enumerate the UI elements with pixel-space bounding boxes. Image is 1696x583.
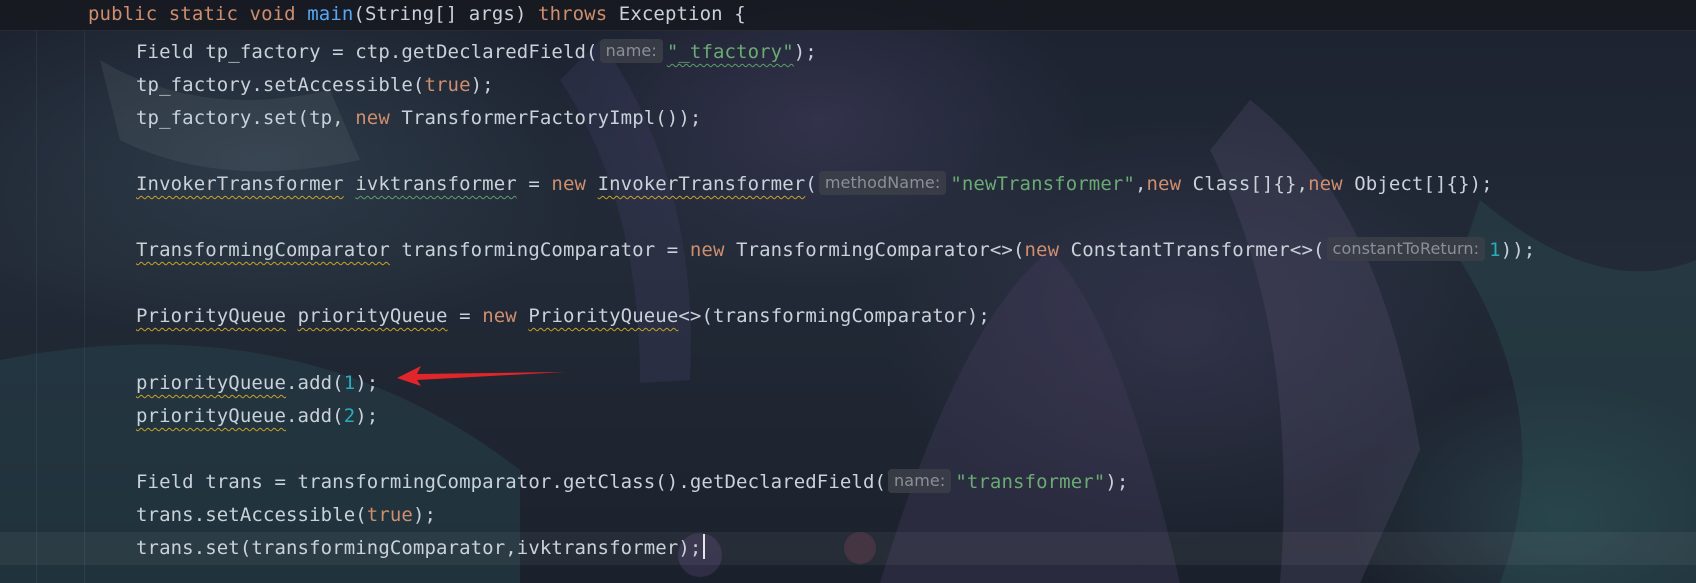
code-text: = <box>447 305 483 327</box>
code-text: tp_factory.set(tp, <box>136 107 356 129</box>
type-name: PriorityQueue <box>528 305 679 327</box>
keyword: throws <box>538 3 608 25</box>
code-text: tp_factory.setAccessible( <box>136 74 425 96</box>
keyword: new <box>355 107 390 129</box>
code-text: .add( <box>286 372 344 394</box>
code-text: ); <box>1105 471 1129 493</box>
code-line[interactable]: TransformingComparator transformingCompa… <box>136 234 1535 267</box>
code-text: Field trans = transformingComparator.get… <box>136 471 887 493</box>
string-literal: "_tfactory" <box>666 41 794 63</box>
code-text: .add( <box>286 405 344 427</box>
code-line[interactable]: Field trans = transformingComparator.get… <box>136 466 1128 499</box>
variable-name: priorityQueue <box>136 372 287 394</box>
code-text: ); <box>412 504 437 526</box>
code-text: Exception { <box>607 3 746 25</box>
type-name: TransformingComparator <box>136 239 390 261</box>
variable-name: priorityQueue <box>297 305 448 327</box>
code-text: transformingComparator = <box>389 239 690 261</box>
type-name: InvokerTransformer <box>597 173 806 195</box>
code-line[interactable]: priorityQueue.add(1); <box>136 367 378 400</box>
keyword: new <box>1024 239 1060 261</box>
code-text: )); <box>1500 239 1536 261</box>
indent-guide <box>36 30 37 583</box>
code-text: ); <box>355 405 379 427</box>
red-arrow-annotation-icon <box>397 366 565 386</box>
code-line[interactable]: trans.setAccessible(true); <box>136 499 436 532</box>
keyword: true <box>366 504 413 526</box>
code-text: Class[]{}, <box>1181 173 1309 195</box>
keyword: new <box>551 173 587 195</box>
code-text: ( <box>805 173 817 195</box>
type-name: InvokerTransformer <box>136 173 344 195</box>
code-text: <>(transformingComparator); <box>678 305 990 327</box>
code-line[interactable]: priorityQueue.add(2); <box>136 400 378 433</box>
parameter-hint: name: <box>888 469 952 493</box>
variable-name: ivktransformer <box>355 173 517 195</box>
code-text: trans.setAccessible( <box>136 504 367 526</box>
code-line-method-signature[interactable]: public static void main(String[] args) t… <box>88 0 746 31</box>
keyword: public static void <box>88 3 308 25</box>
parameter-hint: methodName: <box>818 171 947 195</box>
string-literal: "transformer" <box>955 471 1106 493</box>
parameter-hint: constantToReturn: <box>1326 237 1486 261</box>
parameter-hint: name: <box>599 39 663 63</box>
code-text: , <box>1134 173 1147 195</box>
text-cursor <box>703 534 706 559</box>
code-text: trans.set(transformingComparator,ivktran… <box>136 537 702 559</box>
code-text: = <box>516 173 552 195</box>
code-text: Field tp_factory = ctp.getDeclaredField( <box>136 41 598 63</box>
number-literal: 1 <box>343 372 356 394</box>
code-text: ConstantTransformer<>( <box>1059 239 1325 261</box>
code-text: (String[] args) <box>353 3 539 25</box>
keyword: new <box>689 239 725 261</box>
code-line-current[interactable]: trans.set(transformingComparator,ivktran… <box>136 532 706 565</box>
code-text: TransformingComparator<>( <box>724 239 1025 261</box>
type-name: PriorityQueue <box>136 305 287 327</box>
code-line[interactable]: InvokerTransformer ivktransformer = new … <box>136 168 1493 201</box>
code-line[interactable]: tp_factory.setAccessible(true); <box>136 69 494 102</box>
code-line[interactable]: tp_factory.set(tp, new TransformerFactor… <box>136 102 701 135</box>
code-text: TransformerFactoryImpl()); <box>389 107 702 129</box>
variable-name: priorityQueue <box>136 405 287 427</box>
number-literal: 1 <box>1489 239 1501 261</box>
string-literal: "newTransformer" <box>950 173 1135 195</box>
code-text: ); <box>355 372 379 394</box>
keyword: new <box>1146 173 1182 195</box>
method-name: main <box>307 3 354 25</box>
code-line[interactable]: PriorityQueue priorityQueue = new Priori… <box>136 300 990 333</box>
code-line[interactable]: Field tp_factory = ctp.getDeclaredField(… <box>136 36 817 69</box>
keyword: true <box>424 74 471 96</box>
code-text: ); <box>793 41 817 63</box>
code-text: ); <box>470 74 494 96</box>
number-literal: 2 <box>343 405 356 427</box>
indent-guide <box>84 30 85 583</box>
keyword: new <box>482 305 517 327</box>
code-text: Object[]{}); <box>1342 173 1493 195</box>
keyword: new <box>1308 173 1343 195</box>
